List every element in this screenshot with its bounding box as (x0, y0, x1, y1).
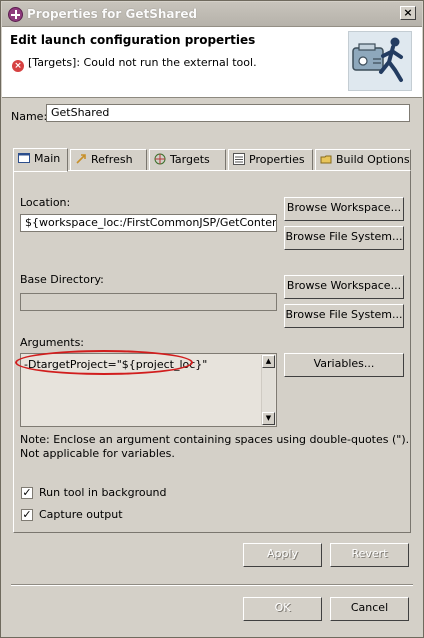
revert-button[interactable]: Revert (330, 543, 409, 567)
name-field[interactable]: GetShared (46, 104, 410, 122)
tab-main[interactable]: Main (13, 148, 68, 172)
tab-properties[interactable]: Properties (228, 149, 313, 170)
cancel-button[interactable]: Cancel (330, 597, 409, 621)
error-icon: × (12, 60, 24, 72)
header-banner: Edit launch configuration properties × [T… (2, 27, 422, 98)
arguments-label: Arguments: (20, 336, 85, 349)
location-field[interactable]: ${workspace_loc:/FirstCommonJSP/GetConte… (20, 214, 277, 232)
location-label: Location: (20, 196, 71, 209)
run-in-background-label: Run tool in background (39, 486, 167, 499)
error-message: × [Targets]: Could not run the external t… (12, 56, 257, 72)
capture-output-checkbox[interactable]: ✓ (21, 509, 33, 521)
ok-button[interactable]: OK (243, 597, 322, 621)
tab-build-options[interactable]: Build Options (315, 149, 411, 170)
tab-main-label: Main (34, 152, 61, 165)
variables-button[interactable]: Variables... (284, 353, 404, 377)
refresh-icon (75, 153, 87, 165)
title-bar[interactable]: Properties for GetShared × (2, 2, 422, 27)
note-line-1: Note: Enclose an argument containing spa… (20, 433, 410, 446)
targets-icon (154, 153, 166, 165)
location-browse-workspace-button[interactable]: Browse Workspace... (284, 197, 404, 221)
tab-targets-label: Targets (170, 153, 210, 166)
red-highlight-ellipse (15, 350, 193, 375)
note-line-2: Not applicable for variables. (20, 447, 175, 460)
build-options-icon (320, 153, 332, 165)
base-directory-browse-workspace-button[interactable]: Browse Workspace... (284, 275, 404, 299)
capture-output-label: Capture output (39, 508, 123, 521)
error-text: [Targets]: Could not run the external to… (28, 56, 257, 69)
run-in-background-checkbox[interactable]: ✓ (21, 487, 33, 499)
base-directory-label: Base Directory: (20, 273, 104, 286)
properties-dialog: Properties for GetShared × Edit launch c… (0, 0, 424, 638)
arguments-scrollbar[interactable]: ▲ ▼ (261, 355, 275, 425)
tab-refresh-label: Refresh (91, 153, 133, 166)
location-browse-file-system-button[interactable]: Browse File System... (284, 226, 404, 250)
tab-properties-label: Properties (249, 153, 305, 166)
tab-refresh[interactable]: Refresh (70, 149, 147, 170)
external-tool-runner-icon (348, 31, 412, 91)
base-directory-field[interactable] (20, 293, 277, 311)
scroll-up-icon[interactable]: ▲ (262, 355, 275, 368)
main-icon (18, 152, 30, 164)
eclipse-plus-icon (8, 7, 23, 22)
window-title: Properties for GetShared (27, 7, 198, 21)
base-directory-browse-file-system-button[interactable]: Browse File System... (284, 304, 404, 328)
separator (11, 584, 413, 586)
tab-build-options-label: Build Options (336, 153, 410, 166)
tab-targets[interactable]: Targets (149, 149, 226, 170)
scroll-down-icon[interactable]: ▼ (262, 412, 275, 425)
properties-icon (233, 153, 245, 165)
close-button[interactable]: × (400, 6, 416, 20)
name-label: Name: (11, 110, 48, 123)
banner-title: Edit launch configuration properties (10, 33, 256, 47)
apply-button[interactable]: Apply (243, 543, 322, 567)
